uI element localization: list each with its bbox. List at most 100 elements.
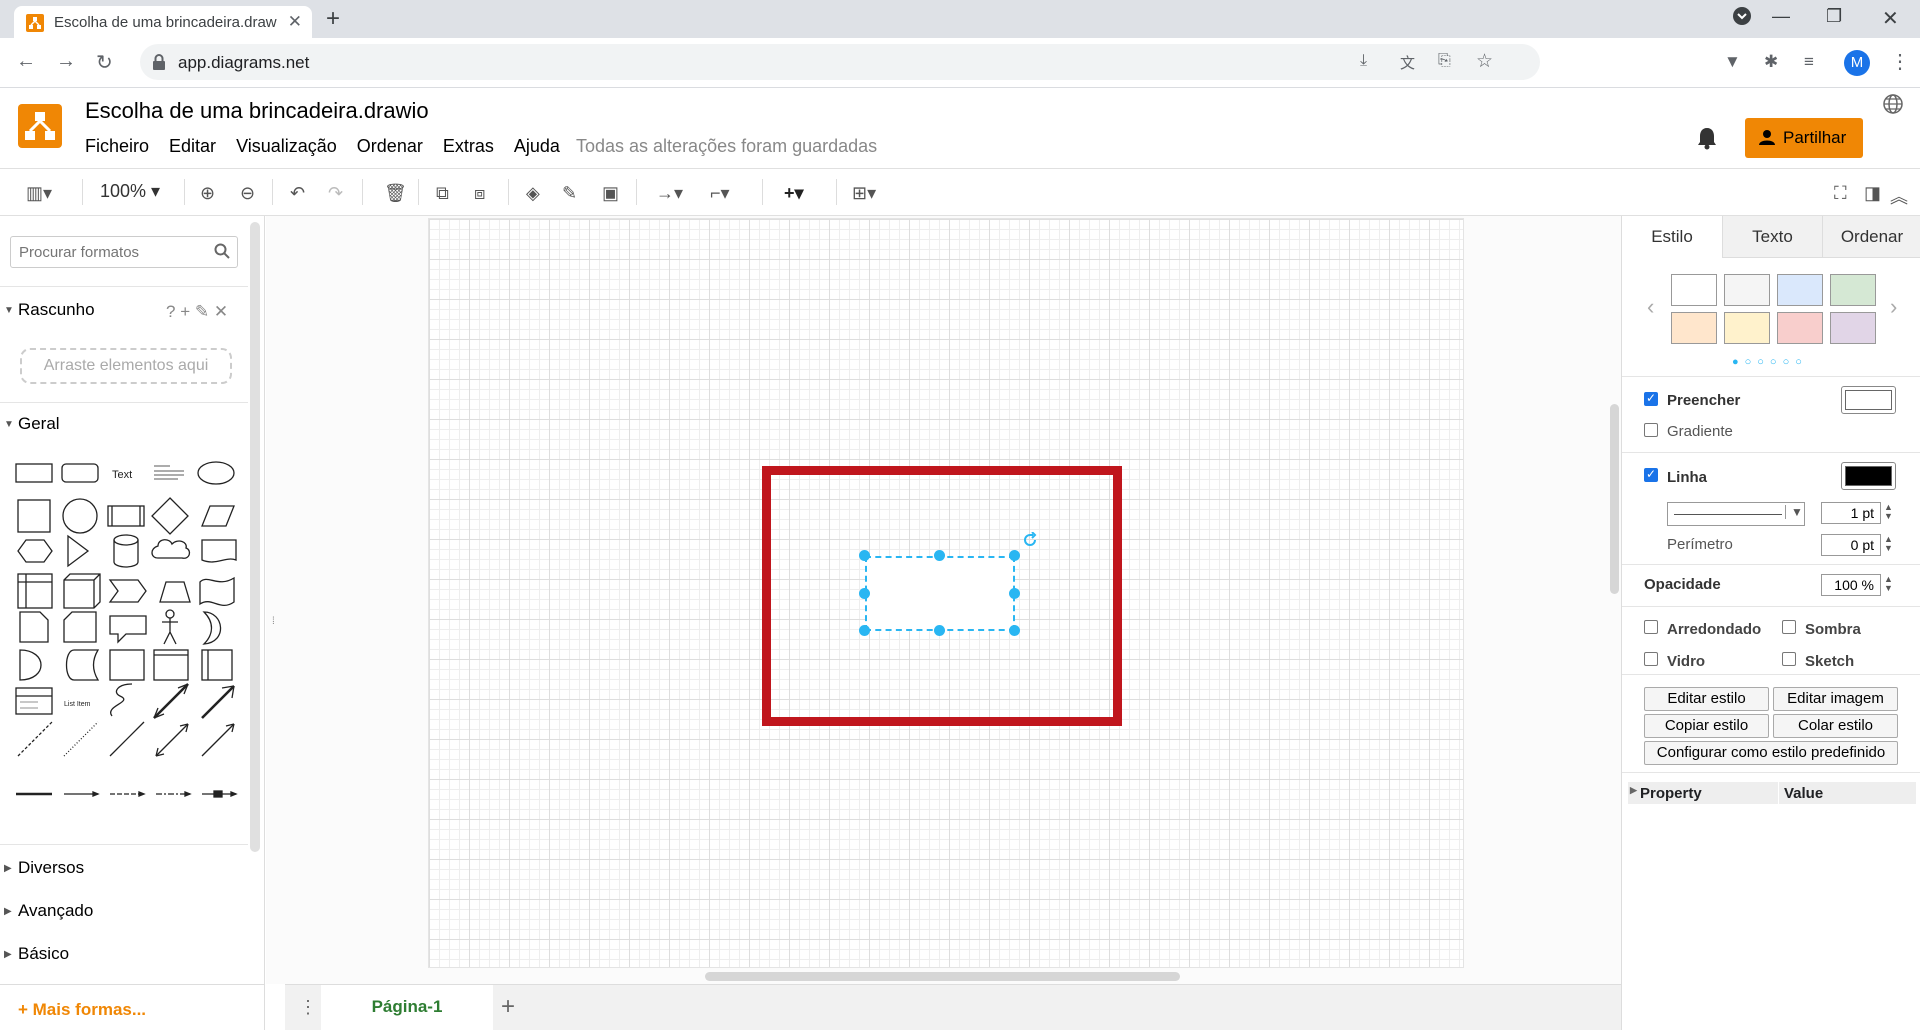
perimeter-input[interactable]: 0 pt (1821, 534, 1881, 556)
swatch-white[interactable] (1671, 274, 1717, 306)
browser-menu-icon[interactable]: ⋮ (1890, 49, 1910, 74)
resize-handle-sw[interactable] (859, 625, 870, 636)
save-status[interactable]: Todas as alterações foram guardadas (576, 136, 877, 157)
fullscreen-icon[interactable]: ⛶ (1834, 183, 1847, 204)
shadow-icon[interactable]: ▣ (602, 183, 619, 204)
basic-section-header[interactable]: ▶ Básico (0, 944, 248, 964)
glass-checkbox[interactable] (1644, 652, 1658, 666)
sidebar-splitter-handle[interactable]: ⁞ (272, 616, 275, 627)
format-panel-toggle-icon[interactable]: ◨ (1864, 183, 1881, 204)
line-color-icon[interactable]: ✎ (562, 183, 577, 204)
shadow-checkbox[interactable] (1782, 620, 1796, 634)
stepper-arrows-icon[interactable]: ▲ ▼ (1884, 535, 1893, 553)
scratchpad-drop-zone[interactable]: Arraste elementos aqui (20, 348, 232, 384)
back-icon[interactable]: ← (16, 50, 36, 73)
gradient-checkbox[interactable] (1644, 423, 1658, 437)
fill-checkbox[interactable] (1644, 391, 1658, 406)
swatch-blue[interactable] (1777, 274, 1823, 306)
install-app-icon[interactable]: ⤓ (1360, 52, 1367, 70)
undo-icon[interactable]: ↶ (290, 183, 305, 204)
advanced-section-header[interactable]: ▶ Avançado (0, 901, 248, 921)
properties-table-header[interactable]: ▶ Property Value (1628, 782, 1916, 804)
vertical-scrollbar[interactable] (1610, 404, 1619, 594)
view-panels-icon[interactable]: ▥▾ (26, 183, 52, 204)
redo-icon[interactable]: ↷ (328, 183, 343, 204)
new-tab-icon[interactable]: + (326, 5, 340, 33)
collapse-icon[interactable]: ︽ (1890, 183, 1908, 209)
connection-icon[interactable]: →▾ (656, 183, 683, 204)
address-bar[interactable]: app.diagrams.net ⤓ 文 ⎘ ☆ (140, 44, 1540, 80)
document-title[interactable]: Escolha de uma brincadeira.drawio (85, 98, 429, 124)
set-default-style-button[interactable]: Configurar como estilo predefinido (1644, 741, 1898, 765)
line-checkbox[interactable] (1644, 467, 1658, 482)
profile-avatar[interactable]: M (1844, 50, 1870, 76)
general-shapes-palette[interactable]: Text List Item (8, 456, 238, 836)
bookmark-star-icon[interactable]: ☆ (1476, 50, 1493, 73)
swatch-yellow[interactable] (1724, 312, 1770, 344)
misc-section-header[interactable]: ▶ Diversos (0, 858, 248, 878)
help-icon[interactable]: ? (166, 302, 175, 321)
menu-visualizacao[interactable]: Visualização (236, 136, 337, 157)
opacity-input[interactable]: 100 % (1821, 574, 1881, 596)
next-swatches-icon[interactable]: › (1890, 294, 1897, 320)
zoom-dropdown[interactable]: 100% ▾ (100, 181, 160, 202)
swatch-red[interactable] (1777, 312, 1823, 344)
general-header[interactable]: ▼ Geral (0, 414, 248, 434)
delete-icon[interactable]: 🗑 (384, 183, 407, 204)
zoom-out-icon[interactable]: ⊖ (240, 183, 255, 204)
share-button[interactable]: Partilhar (1745, 118, 1863, 158)
line-style-dropdown[interactable]: ▼ (1667, 502, 1805, 526)
resize-handle-se[interactable] (1009, 625, 1020, 636)
resize-handle-e[interactable] (1009, 588, 1020, 599)
table-icon[interactable]: ⊞▾ (852, 183, 876, 204)
extension-icon[interactable]: ▼ (1724, 52, 1741, 72)
forward-icon[interactable]: → (56, 50, 76, 73)
tab-search-icon[interactable] (1732, 6, 1752, 26)
stepper-arrows-icon[interactable]: ▲ ▼ (1884, 575, 1893, 593)
more-shapes-button[interactable]: + Mais formas... (0, 984, 264, 1030)
restore-icon[interactable]: ❐ (1826, 6, 1842, 27)
to-back-icon[interactable]: ⧈ (474, 183, 485, 204)
reload-icon[interactable]: ↻ (96, 50, 113, 75)
edit-image-button[interactable]: Editar imagem (1773, 687, 1898, 711)
media-queue-icon[interactable]: ≡ (1804, 52, 1814, 72)
copy-style-button[interactable]: Copiar estilo (1644, 714, 1769, 738)
tab-texto[interactable]: Texto (1722, 216, 1822, 258)
share-page-icon[interactable]: ⎘ (1438, 52, 1451, 70)
swatch-green[interactable] (1830, 274, 1876, 306)
sidebar-scrollbar[interactable] (250, 222, 260, 852)
browser-tab[interactable]: Escolha de uma brincadeira.draw ✕ (14, 6, 312, 38)
swatch-purple[interactable] (1830, 312, 1876, 344)
menu-extras[interactable]: Extras (443, 136, 494, 157)
tab-estilo[interactable]: Estilo (1622, 216, 1722, 258)
minimize-icon[interactable]: — (1772, 6, 1790, 27)
extensions-puzzle-icon[interactable]: ✱ (1764, 52, 1778, 72)
line-color-picker[interactable] (1841, 462, 1896, 490)
pages-menu-icon[interactable]: ⋮ (299, 997, 317, 1018)
selected-rectangle-shape[interactable] (865, 556, 1015, 631)
close-icon[interactable]: ✕ (214, 302, 228, 321)
swatch-page-dots[interactable]: ●○○○○○ (1732, 356, 1808, 368)
swatch-orange[interactable] (1671, 312, 1717, 344)
notification-bell-icon[interactable] (1696, 126, 1718, 150)
horizontal-scrollbar[interactable] (705, 972, 1180, 981)
close-tab-icon[interactable]: ✕ (288, 12, 302, 32)
fill-color-icon[interactable]: ◈ (526, 183, 540, 204)
prev-swatches-icon[interactable]: ‹ (1647, 294, 1654, 320)
to-front-icon[interactable]: ⧉ (436, 183, 449, 204)
resize-handle-w[interactable] (859, 588, 870, 599)
zoom-in-icon[interactable]: ⊕ (200, 183, 215, 204)
menu-ajuda[interactable]: Ajuda (514, 136, 560, 157)
edit-style-button[interactable]: Editar estilo (1644, 687, 1769, 711)
resize-handle-nw[interactable] (859, 550, 870, 561)
close-window-icon[interactable]: ✕ (1882, 6, 1899, 31)
resize-handle-ne[interactable] (1009, 550, 1020, 561)
resize-handle-s[interactable] (934, 625, 945, 636)
paste-style-button[interactable]: Colar estilo (1773, 714, 1898, 738)
menu-ficheiro[interactable]: Ficheiro (85, 136, 149, 157)
menu-editar[interactable]: Editar (169, 136, 216, 157)
rotate-handle-icon[interactable] (1022, 532, 1038, 548)
sketch-checkbox[interactable] (1782, 652, 1796, 666)
rounded-checkbox[interactable] (1644, 620, 1658, 634)
edit-pencil-icon[interactable]: ✎ (195, 302, 209, 321)
